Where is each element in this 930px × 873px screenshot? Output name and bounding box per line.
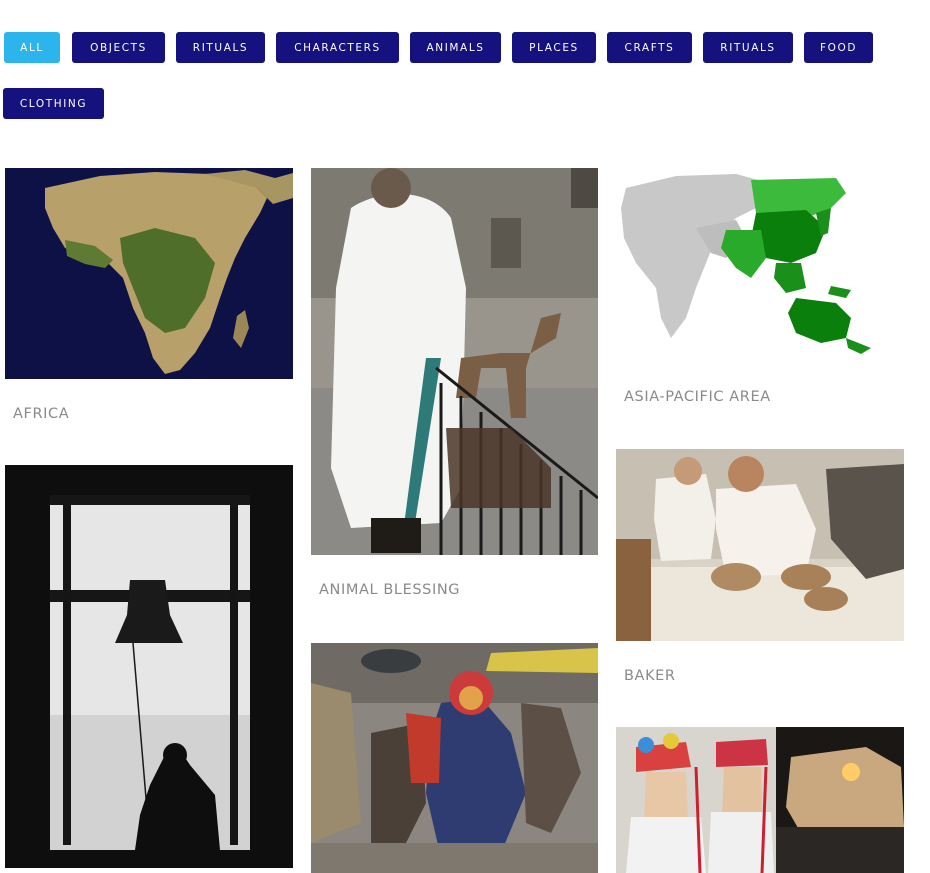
bell-tower-image — [5, 465, 293, 868]
gallery-card-asia-pacific[interactable]: ASIA-PACIFIC AREA — [616, 168, 904, 428]
animal-blessing-image — [311, 168, 598, 555]
category-filter-bar: ALL OBJECTS RITUALS CHARACTERS ANIMALS P… — [0, 0, 930, 130]
gallery-card-ribbon-dancers[interactable] — [616, 727, 904, 873]
card-title-africa: AFRICA — [13, 406, 70, 422]
filter-places-button[interactable]: PLACES — [512, 32, 596, 63]
filter-rituals-2-button[interactable]: RITUALS — [703, 32, 793, 63]
card-title-baker: BAKER — [624, 668, 676, 684]
asia-pacific-map-image — [616, 168, 904, 360]
gallery-card-africa[interactable]: AFRICA — [5, 168, 293, 438]
gallery-card-bell-ringer[interactable] — [5, 465, 293, 873]
filter-clothing-button[interactable]: CLOTHING — [3, 88, 104, 119]
filter-animals-button[interactable]: ANIMALS — [410, 32, 501, 63]
gallery-card-baker[interactable]: BAKER — [616, 449, 904, 701]
gallery-card-carnival[interactable] — [311, 643, 598, 873]
filter-food-button[interactable]: FOOD — [804, 32, 873, 63]
gallery-card-animal-blessing[interactable]: ANIMAL BLESSING — [311, 168, 598, 613]
africa-map-image — [5, 168, 293, 379]
filter-crafts-button[interactable]: CRAFTS — [607, 32, 692, 63]
filter-objects-button[interactable]: OBJECTS — [72, 32, 165, 63]
filter-rituals-button[interactable]: RITUALS — [176, 32, 265, 63]
filter-characters-button[interactable]: CHARACTERS — [276, 32, 399, 63]
card-title-asia-pacific: ASIA-PACIFIC AREA — [624, 389, 771, 405]
carnival-image — [311, 643, 598, 873]
filter-all-button[interactable]: ALL — [4, 32, 60, 63]
card-title-animal-blessing: ANIMAL BLESSING — [319, 582, 461, 598]
baker-image — [616, 449, 904, 641]
ribbon-dancers-image — [616, 727, 904, 873]
